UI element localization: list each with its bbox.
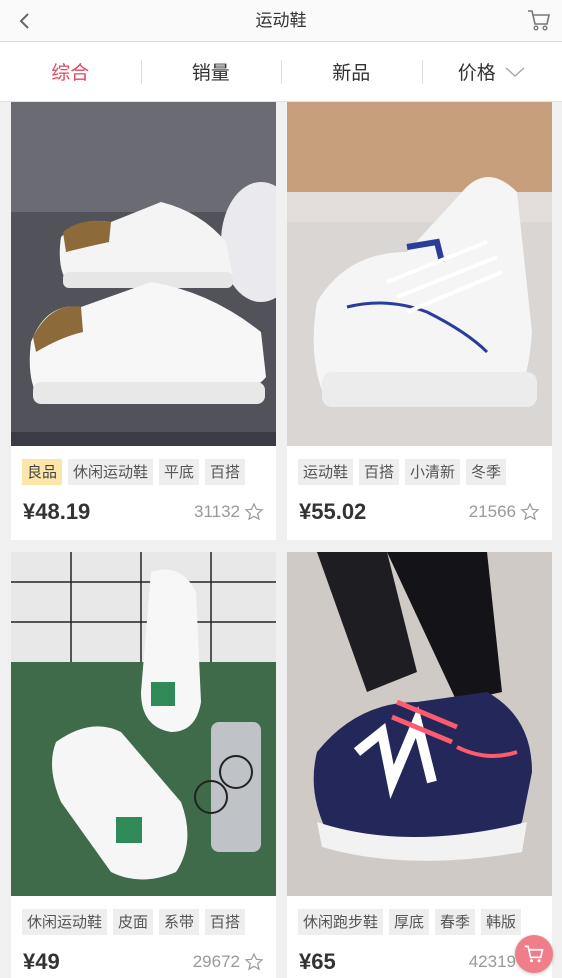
product-tag: 春季 bbox=[435, 909, 476, 935]
cart-icon bbox=[524, 945, 544, 963]
sales-number: 42319 bbox=[468, 952, 516, 971]
shoe-photo bbox=[287, 552, 552, 896]
price-row: ¥48.19 31132 bbox=[11, 486, 276, 538]
product-tag: 百搭 bbox=[359, 459, 400, 485]
product-tag: 平底 bbox=[159, 459, 200, 485]
product-tag: 休闲运动鞋 bbox=[22, 909, 108, 935]
shoe-photo bbox=[11, 552, 276, 896]
product-price: ¥48.19 bbox=[23, 499, 91, 524]
sales-number: 31132 bbox=[193, 502, 240, 521]
sales-count: 21566 bbox=[469, 502, 540, 522]
cart-icon bbox=[528, 10, 550, 31]
tab-sales[interactable]: 销量 bbox=[140, 42, 282, 101]
product-tag: 冬季 bbox=[466, 459, 507, 485]
sales-count: 29672 bbox=[193, 952, 264, 972]
star-icon[interactable] bbox=[520, 502, 540, 522]
page-title: 运动鞋 bbox=[255, 11, 307, 31]
product-card[interactable]: 运动鞋 百搭 小清新 冬季 ¥55.02 21566 bbox=[287, 102, 552, 540]
price-row: ¥65 42319 bbox=[287, 936, 552, 978]
product-tags: 良品 休闲运动鞋 平底 百搭 bbox=[11, 446, 276, 486]
top-bar: 运动鞋 bbox=[0, 0, 562, 42]
product-card[interactable]: 休闲运动鞋 皮面 系带 百搭 ¥49 29672 bbox=[11, 552, 276, 978]
product-image[interactable] bbox=[287, 552, 552, 896]
tab-label: 销量 bbox=[191, 62, 230, 84]
product-tags: 休闲跑步鞋 厚底 春季 韩版 bbox=[287, 896, 552, 936]
floating-cart-button[interactable] bbox=[515, 935, 553, 973]
product-tag: 良品 bbox=[22, 459, 63, 485]
sales-number: 21566 bbox=[468, 502, 516, 521]
star-icon[interactable] bbox=[244, 502, 264, 522]
tab-label: 新品 bbox=[332, 62, 371, 84]
shoe-photo bbox=[287, 102, 552, 446]
product-card[interactable]: 休闲跑步鞋 厚底 春季 韩版 ¥65 42319 bbox=[287, 552, 552, 978]
product-image[interactable] bbox=[11, 102, 276, 446]
sort-tabs: 综合 销量 新品 价格 bbox=[0, 42, 562, 102]
product-tag: 百搭 bbox=[205, 909, 246, 935]
product-price: ¥55.02 bbox=[299, 499, 367, 524]
tab-comprehensive[interactable]: 综合 bbox=[0, 42, 141, 101]
product-tag: 百搭 bbox=[205, 459, 246, 485]
price-row: ¥55.02 21566 bbox=[287, 486, 552, 538]
product-image[interactable] bbox=[287, 102, 552, 446]
product-tag: 韩版 bbox=[481, 909, 522, 935]
product-tag: 运动鞋 bbox=[298, 459, 354, 485]
product-tag: 小清新 bbox=[405, 459, 461, 485]
sales-count: 31132 bbox=[194, 502, 264, 522]
tab-label: 综合 bbox=[51, 62, 90, 84]
tab-label: 价格 bbox=[457, 62, 496, 84]
product-tags: 休闲运动鞋 皮面 系带 百搭 bbox=[11, 896, 276, 936]
product-price: ¥65 bbox=[299, 949, 336, 974]
product-tags: 运动鞋 百搭 小清新 冬季 bbox=[287, 446, 552, 486]
product-tag: 厚底 bbox=[389, 909, 430, 935]
product-tag: 休闲跑步鞋 bbox=[298, 909, 384, 935]
product-price: ¥49 bbox=[23, 949, 60, 974]
sales-number: 29672 bbox=[192, 952, 240, 971]
product-tag: 休闲运动鞋 bbox=[68, 459, 154, 485]
product-card[interactable]: 良品 休闲运动鞋 平底 百搭 ¥48.19 31132 bbox=[11, 102, 276, 540]
chevron-down-icon bbox=[505, 66, 525, 77]
tab-price[interactable]: 价格 bbox=[421, 42, 562, 101]
product-tag: 皮面 bbox=[113, 909, 154, 935]
shoe-photo bbox=[11, 102, 276, 446]
star-icon[interactable] bbox=[244, 952, 264, 972]
tab-new[interactable]: 新品 bbox=[281, 42, 422, 101]
product-tag: 系带 bbox=[159, 909, 200, 935]
cart-button[interactable] bbox=[526, 7, 552, 33]
price-row: ¥49 29672 bbox=[11, 936, 276, 978]
product-image[interactable] bbox=[11, 552, 276, 896]
